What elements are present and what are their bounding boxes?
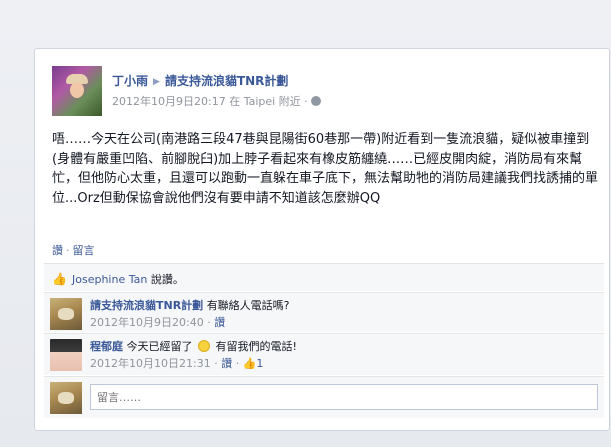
comment-link[interactable]: 留言 bbox=[73, 244, 95, 257]
separator: · bbox=[235, 357, 240, 370]
likes-text: Josephine Tan 說讚。 bbox=[72, 271, 184, 287]
author-name[interactable]: 丁小雨 bbox=[112, 74, 148, 88]
thumbs-up-icon: 👍 bbox=[52, 272, 67, 286]
post-header: 丁小雨 ▶ 請支持流浪貓TNR計劃 bbox=[112, 72, 288, 89]
commenter-avatar[interactable] bbox=[50, 298, 82, 330]
likes-summary: 👍 Josephine Tan 說讚。 bbox=[44, 263, 604, 291]
comment-text-before: 今天已經留了 bbox=[126, 340, 193, 353]
comment-like-count[interactable]: 1 bbox=[256, 357, 263, 370]
liker-name[interactable]: Josephine Tan bbox=[72, 273, 147, 286]
commenter-name[interactable]: 請支持流浪貓TNR計劃 bbox=[90, 299, 203, 312]
avatar-face bbox=[70, 82, 84, 98]
comment-input[interactable] bbox=[90, 384, 598, 410]
viewer-avatar bbox=[50, 382, 82, 414]
arrow-right-icon: ▶ bbox=[153, 77, 160, 87]
comment-timestamp[interactable]: 2012年10月9日20:40 bbox=[90, 316, 204, 329]
likes-suffix: 說讚。 bbox=[150, 273, 184, 286]
separator: · bbox=[214, 357, 218, 370]
commenter-avatar[interactable] bbox=[50, 339, 82, 371]
separator: · bbox=[207, 316, 211, 329]
comment-timestamp[interactable]: 2012年10月10日21:31 bbox=[90, 357, 211, 370]
globe-icon[interactable] bbox=[310, 96, 321, 106]
comment-like-link[interactable]: 讚 bbox=[214, 316, 225, 329]
thumbs-up-icon[interactable]: 👍 bbox=[243, 357, 257, 370]
meta-dot: · bbox=[304, 95, 308, 108]
post-body: 唔……今天在公司(南港路三段47巷與昆陽街60巷那一帶)附近看到一隻流浪貓，疑似… bbox=[52, 132, 599, 206]
location-prefix: 在 bbox=[229, 95, 241, 108]
author-avatar[interactable] bbox=[52, 66, 102, 116]
comment-item: 請支持流浪貓TNR計劃 有聯絡人電話嗎? 2012年10月9日20:40 · 讚 bbox=[44, 292, 604, 332]
comment-item: 程郁庭 今天已經留了 有留我們的電話! 2012年10月10日21:31 · 讚… bbox=[44, 333, 604, 375]
like-link[interactable]: 讚 bbox=[52, 244, 63, 257]
comment-meta: 2012年10月9日20:40 · 讚 bbox=[90, 314, 225, 330]
separator: · bbox=[66, 244, 70, 257]
feedback-section: 👍 Josephine Tan 說讚。 請支持流浪貓TNR計劃 有聯絡人電話嗎?… bbox=[44, 261, 604, 418]
comment-text-after: 有留我們的電話! bbox=[215, 340, 297, 353]
comment-body: 程郁庭 今天已經留了 有留我們的電話! bbox=[90, 338, 297, 354]
post-meta: 2012年10月9日20:17 在 Taipei 附近 · bbox=[112, 93, 321, 109]
post-location[interactable]: Taipei 附近 bbox=[244, 95, 301, 108]
post-timestamp[interactable]: 2012年10月9日20:17 bbox=[112, 95, 226, 108]
comment-body: 請支持流浪貓TNR計劃 有聯絡人電話嗎? bbox=[90, 297, 290, 313]
comment-text: 有聯絡人電話嗎? bbox=[206, 299, 290, 312]
comment-composer bbox=[44, 376, 604, 418]
comment-meta: 2012年10月10日21:31 · 讚 · 👍1 bbox=[90, 355, 263, 371]
commenter-name[interactable]: 程郁庭 bbox=[90, 340, 123, 353]
post-actions: 讚 · 留言 bbox=[52, 242, 95, 258]
smiley-icon bbox=[198, 340, 210, 352]
comment-like-link[interactable]: 讚 bbox=[221, 357, 232, 370]
target-page-name[interactable]: 請支持流浪貓TNR計劃 bbox=[165, 74, 288, 88]
